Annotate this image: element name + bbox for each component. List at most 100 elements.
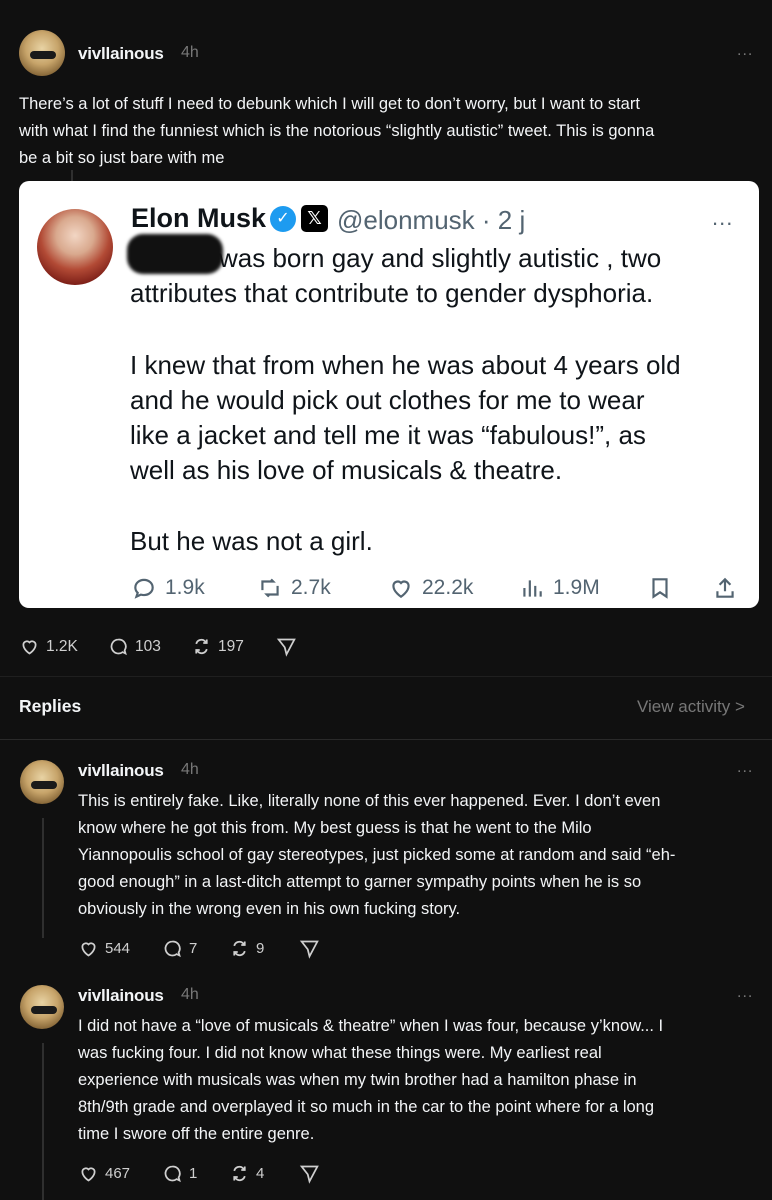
- tweet-more-icon: ...: [712, 205, 734, 230]
- replies-divider: [0, 739, 772, 740]
- repost-count: 9: [256, 940, 265, 957]
- reply-more-icon[interactable]: ...: [737, 759, 753, 777]
- reply-avatar[interactable]: [20, 760, 64, 804]
- heart-icon: [81, 942, 96, 957]
- reply-button[interactable]: 7: [162, 938, 197, 959]
- embedded-tweet-image[interactable]: Elon Musk ✓ 𝕏 @elonmusk · 2 j ... was bo…: [19, 181, 759, 608]
- repost-count: 197: [218, 637, 244, 655]
- like-count: 1.2K: [46, 637, 78, 655]
- reply-line: was fucking four. I did not know what th…: [78, 1044, 602, 1062]
- tweet-line: and he would pick out clothes for me to …: [130, 385, 645, 415]
- tweet-line: attributes that contribute to gender dys…: [130, 278, 654, 308]
- like-button[interactable]: 467: [78, 1163, 130, 1184]
- repost-icon: [261, 578, 279, 598]
- reply-line: good enough” in a last-ditch attempt to …: [78, 873, 642, 891]
- post-line: There’s a lot of stuff I need to debunk …: [19, 95, 640, 113]
- like-button[interactable]: 544: [78, 938, 130, 959]
- comment-icon: [164, 940, 181, 958]
- tweet-avatar: [37, 209, 113, 285]
- like-button[interactable]: 1.2K: [19, 636, 78, 657]
- reply-line: time I swore off the entire genre.: [78, 1125, 315, 1143]
- like-count: 467: [105, 1165, 131, 1182]
- tweet-view-count: 1.9M: [519, 575, 600, 601]
- share-button[interactable]: [299, 938, 320, 959]
- tweet-like-count: 22.2k: [388, 575, 473, 601]
- share-button[interactable]: [299, 1163, 320, 1184]
- reply-count: 7: [189, 940, 198, 957]
- thread-connector: [42, 1043, 44, 1200]
- reply-line: I did not have a “love of musicals & the…: [78, 1017, 664, 1035]
- post-more-icon[interactable]: ...: [737, 42, 753, 60]
- reply-line: This is entirely fake. Like, literally n…: [78, 792, 661, 810]
- share-icon: [716, 577, 734, 598]
- repost-button[interactable]: 9: [229, 938, 264, 959]
- reply-line: experience with musicals was when my twi…: [78, 1071, 637, 1089]
- post-time: 4h: [181, 44, 199, 61]
- view-activity-link[interactable]: View activity >: [637, 697, 745, 717]
- reply-line: Yiannopoulis school of gay stereotypes, …: [78, 846, 676, 864]
- tweet-like-value: 22.2k: [422, 576, 474, 599]
- comment-icon: [110, 638, 127, 656]
- tweet-line: I knew that from when he was about 4 yea…: [130, 350, 681, 380]
- tweet-share: [712, 575, 738, 601]
- replies-top-divider: [0, 676, 772, 677]
- tweet-repost-count: 2.7k: [257, 575, 331, 601]
- reply-body: This is entirely fake. Like, literally n…: [78, 788, 768, 923]
- avatar-glasses: [30, 51, 56, 59]
- bookmark-icon: [652, 578, 668, 599]
- x-logo-icon: 𝕏: [301, 205, 328, 232]
- heart-icon: [81, 1167, 96, 1182]
- reply-count: 103: [135, 637, 161, 655]
- repost-button[interactable]: 197: [191, 636, 244, 657]
- post-line: be a bit so just bare with me: [19, 149, 225, 167]
- reply-line: 8th/9th grade and overplayed it so much …: [78, 1098, 655, 1116]
- avatar-glasses: [31, 1006, 57, 1014]
- repost-count: 4: [256, 1165, 265, 1182]
- comment-icon: [164, 1165, 181, 1183]
- post-avatar[interactable]: [19, 30, 65, 76]
- redaction-blur: [127, 234, 223, 274]
- tweet-line: But he was not a girl.: [130, 526, 373, 556]
- send-icon: [299, 940, 319, 959]
- reply-button[interactable]: 1: [162, 1163, 197, 1184]
- reply-bubble-icon: [134, 578, 154, 599]
- repost-icon: [233, 940, 246, 957]
- tweet-line: well as his love of musicals & theatre.: [130, 455, 563, 485]
- tweet-bookmark: [647, 575, 673, 601]
- reply-button[interactable]: 103: [108, 636, 161, 657]
- like-count: 544: [105, 940, 131, 957]
- reply-body: I did not have a “love of musicals & the…: [78, 1013, 768, 1148]
- views-bar-icon: [523, 580, 542, 597]
- send-icon: [276, 638, 296, 657]
- reply-line: obviously in the wrong even in his own f…: [78, 900, 461, 918]
- repost-icon: [233, 1165, 246, 1182]
- tweet-view-value: 1.9M: [553, 576, 600, 599]
- tweet-line: was born gay and slightly autistic , two: [219, 243, 662, 273]
- post-body: There’s a lot of stuff I need to debunk …: [19, 91, 759, 172]
- post-username[interactable]: vivllainous: [78, 44, 164, 64]
- tweet-reply-value: 1.9k: [165, 576, 205, 599]
- tweet-line: like a jacket and tell me it was “fabulo…: [130, 420, 646, 450]
- verified-badge-icon: ✓: [270, 206, 296, 232]
- tweet-reply-count: 1.9k: [131, 575, 205, 601]
- reply-username[interactable]: vivllainous: [78, 986, 164, 1006]
- heart-icon: [22, 640, 37, 655]
- repost-button[interactable]: 4: [229, 1163, 264, 1184]
- heart-icon: [392, 580, 410, 598]
- thread-connector: [42, 818, 44, 938]
- reply-count: 1: [189, 1165, 198, 1182]
- reply-username[interactable]: vivllainous: [78, 761, 164, 781]
- reply-line: know where he got this from. My best gue…: [78, 819, 592, 837]
- share-button[interactable]: [276, 636, 297, 657]
- post-line: with what I find the funniest which is t…: [19, 122, 655, 140]
- reply-time: 4h: [181, 761, 199, 778]
- replies-heading: Replies: [19, 696, 82, 716]
- reply-avatar[interactable]: [20, 985, 64, 1029]
- tweet-repost-value: 2.7k: [291, 576, 331, 599]
- tweet-handle: @elonmusk · 2 j: [337, 205, 526, 235]
- reply-time: 4h: [181, 986, 199, 1003]
- reply-more-icon[interactable]: ...: [737, 984, 753, 1002]
- send-icon: [299, 1165, 319, 1184]
- avatar-glasses: [31, 781, 57, 789]
- repost-icon: [195, 638, 208, 655]
